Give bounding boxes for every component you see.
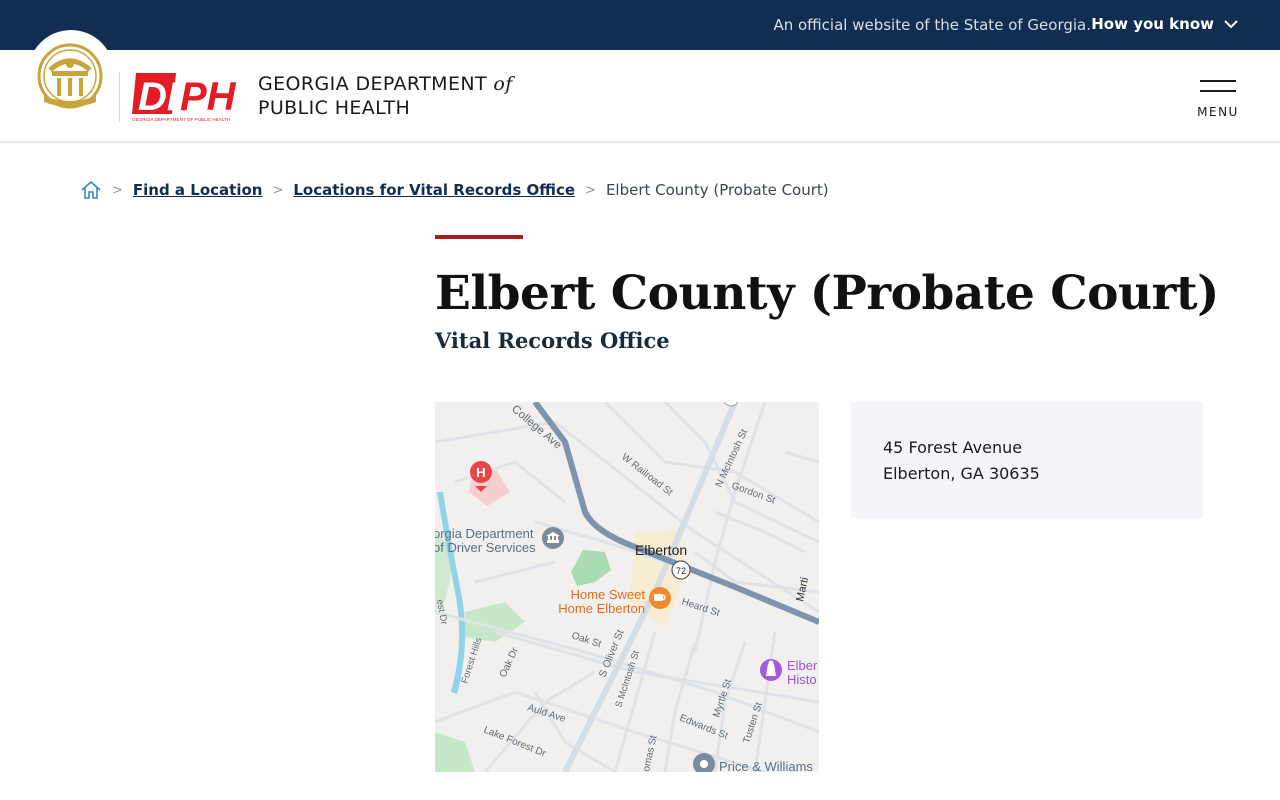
agency-line1: GEORGIA DEPARTMENT <box>258 73 487 95</box>
chevron-right-icon: > <box>272 182 284 198</box>
svg-text:PH: PH <box>180 75 237 119</box>
address-line1: 45 Forest Avenue <box>883 438 1023 457</box>
city-label: Elberton <box>635 542 687 558</box>
agency-of: of <box>493 73 513 95</box>
breadcrumb-current: Elbert County (Probate Court) <box>605 181 829 199</box>
museum-icon[interactable] <box>760 659 782 681</box>
address-line2: Elberton, GA 30635 <box>883 464 1040 483</box>
menu-button[interactable]: MENU <box>1196 80 1240 120</box>
georgia-state-seal-icon[interactable] <box>36 40 104 116</box>
location-map[interactable]: 72 College Ave W Railroad St N McIntosh … <box>435 402 819 772</box>
home-icon[interactable] <box>80 179 102 201</box>
official-site-banner: An official website of the State of Geor… <box>0 0 1280 50</box>
agency-line2: PUBLIC HEALTH <box>258 97 411 119</box>
museum-label-2: Histo <box>787 672 817 687</box>
logo-divider <box>119 72 120 122</box>
hamburger-icon <box>1200 80 1236 82</box>
home-sweet-label-2: Home Elberton <box>558 601 645 616</box>
svg-text:H: H <box>476 465 485 480</box>
dph-logo-caption: GEORGIA DEPARTMENT OF PUBLIC HEALTH <box>132 117 230 122</box>
route-72-shield: 72 <box>671 560 691 580</box>
how-you-know-label: How you know <box>1091 15 1214 33</box>
breadcrumb-vital-records-locations[interactable]: Locations for Vital Records Office <box>293 181 575 199</box>
page-subtitle: Vital Records Office <box>435 328 670 353</box>
address-card: 45 Forest Avenue Elberton, GA 30635 <box>851 402 1203 518</box>
chevron-right-icon: > <box>585 182 596 198</box>
cafe-icon[interactable] <box>649 587 671 609</box>
chevron-down-icon <box>1224 19 1238 28</box>
dds-label-1: orgia Department <box>435 526 534 541</box>
price-williams-label: Price & Williams <box>719 759 813 772</box>
government-building-icon[interactable] <box>542 527 564 549</box>
chevron-right-icon: > <box>112 182 123 198</box>
home-sweet-label-1: Home Sweet <box>571 587 646 602</box>
dds-label-2: of Driver Services <box>435 540 536 555</box>
title-accent-bar <box>435 235 523 239</box>
museum-label-1: Elber <box>787 658 818 673</box>
svg-text:72: 72 <box>676 566 686 576</box>
hamburger-icon-bar <box>1200 90 1236 92</box>
page-title: Elbert County (Probate Court) <box>435 266 1219 321</box>
how-you-know-toggle[interactable]: How you know <box>1091 15 1238 33</box>
breadcrumb-find-a-location[interactable]: Find a Location <box>133 181 263 199</box>
breadcrumb: > Find a Location > Locations for Vital … <box>80 178 829 202</box>
official-site-text: An official website of the State of Geor… <box>773 16 1091 34</box>
menu-label: MENU <box>1197 105 1239 119</box>
agency-name[interactable]: GEORGIA DEPARTMENT of PUBLIC HEALTH <box>258 72 513 120</box>
dph-logo[interactable]: DPH PH GEORGIA DEPARTMENT OF PUBLIC HEAL… <box>130 70 242 124</box>
